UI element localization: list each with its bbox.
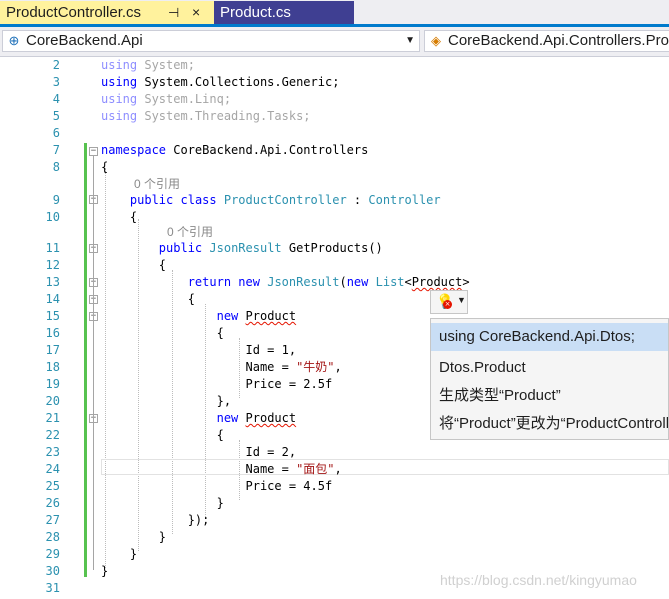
code-line: new Product: [216, 309, 297, 323]
line-number: 21: [45, 411, 60, 425]
code-line: public JsonResult GetProducts(): [158, 241, 383, 255]
line-number: 31: [45, 581, 60, 595]
line-number: 11: [45, 241, 60, 255]
tab-productcontroller[interactable]: ProductController.cs ⊣ ×: [0, 1, 214, 24]
code-line: new Product: [216, 411, 297, 425]
line-number: 5: [52, 109, 60, 123]
project-icon: ⊕: [8, 33, 20, 48]
line-number: 27: [45, 513, 60, 527]
line-number: 28: [45, 530, 60, 544]
line-number: 30: [45, 564, 60, 578]
line-number: 29: [45, 547, 60, 561]
menu-item-generate-type[interactable]: 生成类型“Product”: [431, 382, 668, 410]
project-label: CoreBackend.Api: [26, 32, 143, 49]
code-line: }: [216, 496, 224, 510]
tab-bar: ProductController.cs ⊣ × Product.cs: [0, 0, 669, 27]
reference-count-lens[interactable]: 0 个引用: [134, 176, 180, 192]
code-line: using System;: [101, 58, 195, 72]
code-line: namespace CoreBackend.Api.Controllers: [101, 143, 369, 157]
code-line: Price = 2.5f: [245, 377, 333, 391]
code-line: {: [187, 292, 195, 306]
line-number: 7: [52, 143, 60, 157]
change-bar: [84, 143, 87, 577]
line-number: 10: [45, 210, 60, 224]
code-line: {: [129, 210, 138, 224]
menu-item-rename-type[interactable]: 将“Product”更改为“ProductController”: [431, 410, 668, 438]
line-number: 14: [45, 292, 60, 306]
error-icon: ×: [443, 300, 452, 309]
code-line: },: [216, 394, 232, 408]
code-line: Name = "牛奶",: [245, 360, 342, 374]
line-number: 6: [52, 126, 60, 140]
line-number: 25: [45, 479, 60, 493]
code-line: Price = 4.5f: [245, 479, 333, 493]
line-number: 2: [52, 58, 60, 72]
menu-item-add-using[interactable]: using CoreBackend.Api.Dtos;: [431, 323, 668, 351]
code-line: Id = 1,: [245, 343, 297, 357]
line-number: 22: [45, 428, 60, 442]
chevron-down-icon: ▼: [457, 295, 466, 305]
pin-icon[interactable]: ⊣: [168, 1, 179, 24]
line-number: 24: [45, 462, 60, 476]
code-line: }: [101, 564, 109, 578]
code-line: Name = "面包",: [245, 462, 342, 476]
code-line: public class ProductController : Control…: [129, 193, 441, 207]
line-number: 13: [45, 275, 60, 289]
quick-actions-button[interactable]: 💡 × ▼: [430, 290, 468, 314]
class-label: CoreBackend.Api.Controllers.ProductContr…: [448, 32, 669, 49]
line-number: 9: [52, 193, 60, 207]
code-line: {: [158, 258, 167, 272]
code-line: {: [216, 428, 224, 442]
code-line: using System.Linq;: [101, 92, 232, 106]
line-number: 16: [45, 326, 60, 340]
close-icon[interactable]: ×: [192, 1, 200, 24]
tab-label: Product.cs: [220, 4, 291, 21]
tab-product[interactable]: Product.cs: [214, 1, 354, 24]
menu-item-qualify-type[interactable]: Dtos.Product: [431, 354, 668, 382]
line-number: 23: [45, 445, 60, 459]
code-line: using System.Threading.Tasks;: [101, 109, 311, 123]
line-number: 17: [45, 343, 60, 357]
code-line: }: [129, 547, 138, 561]
code-line: Id = 2,: [245, 445, 297, 459]
watermark: https://blog.csdn.net/kingyumao: [440, 572, 637, 588]
code-line: {: [216, 326, 224, 340]
line-number: 8: [52, 160, 60, 174]
code-line: using System.Collections.Generic;: [101, 75, 340, 89]
quick-actions-menu: using CoreBackend.Api.Dtos; Dtos.Product…: [430, 318, 669, 440]
class-dropdown[interactable]: ◈ CoreBackend.Api.Controllers.ProductCont…: [424, 30, 669, 52]
tab-label: ProductController.cs: [6, 4, 142, 21]
code-line: return new JsonResult(new List<Product>: [187, 275, 470, 289]
line-number: 15: [45, 309, 60, 323]
class-icon: ◈: [431, 33, 441, 48]
reference-count-lens[interactable]: 0 个引用: [167, 224, 213, 240]
fold-toggle-icon[interactable]: −: [89, 147, 98, 156]
line-number: 26: [45, 496, 60, 510]
code-line: });: [187, 513, 210, 527]
code-line: {: [101, 160, 109, 174]
line-number: 12: [45, 258, 60, 272]
fold-line: [93, 156, 94, 570]
navigation-bar: ⊕ CoreBackend.Api ▼ ◈ CoreBackend.Api.Cont…: [0, 27, 669, 57]
line-number: 3: [52, 75, 60, 89]
line-number: 19: [45, 377, 60, 391]
line-number: 20: [45, 394, 60, 408]
line-number: 4: [52, 92, 60, 106]
project-dropdown[interactable]: ⊕ CoreBackend.Api ▼: [2, 30, 420, 52]
code-line: }: [158, 530, 167, 544]
chevron-down-icon[interactable]: ▼: [405, 31, 415, 51]
line-number: 18: [45, 360, 60, 374]
